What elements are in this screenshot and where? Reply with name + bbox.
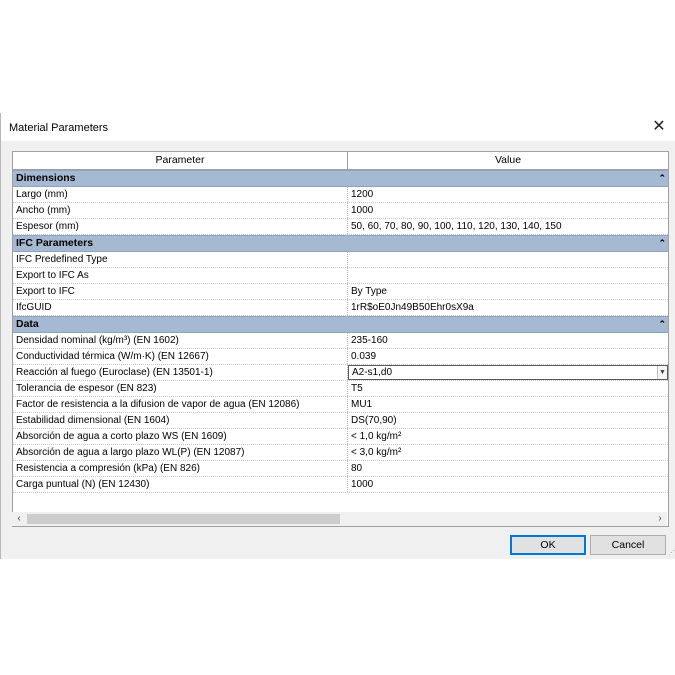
table-row[interactable]: Absorción de agua a corto plazo WS (EN 1… — [13, 429, 668, 445]
scrollbar-thumb[interactable] — [27, 514, 340, 524]
parameter-value-text: < 1,0 kg/m² — [351, 431, 402, 442]
parameter-value-text: 80 — [351, 463, 363, 474]
parameter-name: Absorción de agua a corto plazo WS (EN 1… — [13, 429, 348, 444]
column-header-value[interactable]: Value — [348, 152, 668, 169]
parameter-value-text: 235-160 — [351, 335, 388, 346]
parameter-name: Estabilidad dimensional (EN 1604) — [13, 413, 348, 428]
parameter-name: Factor de resistencia a la difusion de v… — [13, 397, 348, 412]
parameter-value-text: DS(70,90) — [351, 415, 397, 426]
group-name: Data — [16, 318, 39, 330]
table-row[interactable]: IfcGUID 1rR$oE0Jn49B50Ehr0sX9a — [13, 300, 668, 316]
parameter-value[interactable] — [348, 268, 668, 283]
parameter-name: Absorción de agua a largo plazo WL(P) (E… — [13, 445, 348, 460]
material-parameters-dialog: Material Parameters ✕ Parameter Value Di… — [0, 113, 675, 559]
parameter-value[interactable]: 1200 — [348, 187, 668, 202]
parameter-value-text: A2-s1,d0 — [352, 367, 393, 378]
chevron-left-icon[interactable]: ‹ — [12, 512, 26, 526]
parameter-value-text: 1rR$oE0Jn49B50Ehr0sX9a — [351, 302, 474, 313]
table-row[interactable]: Estabilidad dimensional (EN 1604) DS(70,9… — [13, 413, 668, 429]
parameter-value-text: By Type — [351, 286, 387, 297]
dialog-title: Material Parameters — [9, 122, 109, 134]
parameter-value-text: T5 — [351, 383, 363, 394]
collapse-icon[interactable]: ⌃ — [658, 317, 666, 332]
parameter-value[interactable]: < 3,0 kg/m² — [348, 445, 668, 460]
ok-button[interactable]: OK — [510, 535, 586, 555]
parameter-name: Export to IFC — [13, 284, 348, 299]
parameter-name: Espesor (mm) — [13, 219, 348, 234]
parameter-value-text: 1200 — [351, 189, 374, 200]
title-bar: Material Parameters ✕ — [1, 113, 675, 141]
table-row[interactable]: Conductividad térmica (W/m·K) (EN 12667)… — [13, 349, 668, 365]
table-row[interactable]: IFC Predefined Type — [13, 252, 668, 268]
chevron-right-icon[interactable]: › — [653, 512, 667, 526]
parameter-value-text: 50, 60, 70, 80, 90, 100, 110, 120, 130, … — [351, 221, 562, 232]
parameter-value-text: MU1 — [351, 399, 373, 410]
table-row[interactable]: Densidad nominal (kg/m³) (EN 1602) 235-16… — [13, 333, 668, 349]
parameter-value-text: < 3,0 kg/m² — [351, 447, 402, 458]
parameter-value[interactable]: T5 — [348, 381, 668, 396]
parameter-name: Tolerancia de espesor (EN 823) — [13, 381, 348, 396]
parameter-name: IFC Predefined Type — [13, 252, 348, 267]
column-header-parameter[interactable]: Parameter — [13, 152, 348, 169]
parameter-value[interactable]: 1000 — [348, 477, 668, 492]
parameter-name: Densidad nominal (kg/m³) (EN 1602) — [13, 333, 348, 348]
parameter-value[interactable]: 1rR$oE0Jn49B50Ehr0sX9a — [348, 300, 668, 315]
parameter-name: Reacción al fuego (Euroclase) (EN 13501-… — [13, 365, 348, 380]
parameter-value[interactable] — [348, 252, 668, 267]
group-header[interactable]: IFC Parameters ⌃ — [13, 235, 668, 252]
table-row[interactable]: Export to IFC As — [13, 268, 668, 284]
parameter-value[interactable]: DS(70,90) — [348, 413, 668, 428]
parameter-value[interactable]: 0.039 — [348, 349, 668, 364]
parameter-value[interactable]: By Type — [348, 284, 668, 299]
group-header[interactable]: Dimensions ⌃ — [13, 170, 668, 187]
table-row[interactable]: Resistencia a compresión (kPa) (EN 826) 8… — [13, 461, 668, 477]
parameter-name: Conductividad térmica (W/m·K) (EN 12667) — [13, 349, 348, 364]
table-row[interactable]: Largo (mm) 1200 — [13, 187, 668, 203]
group-name: Dimensions — [16, 172, 76, 184]
table-row[interactable]: Absorción de agua a largo plazo WL(P) (E… — [13, 445, 668, 461]
table-row[interactable]: Tolerancia de espesor (EN 823) T5 — [13, 381, 668, 397]
table-row[interactable]: Carga puntual (N) (EN 12430) 1000 — [13, 477, 668, 493]
horizontal-scrollbar[interactable]: ‹ › — [12, 512, 667, 526]
value-dropdown[interactable]: A2-s1,d0 ▼ — [348, 365, 668, 380]
parameter-value[interactable]: 235-160 — [348, 333, 668, 348]
table-row[interactable]: Factor de resistencia a la difusion de v… — [13, 397, 668, 413]
resize-grip-icon[interactable]: ⋰ — [668, 549, 675, 557]
parameter-value-text: 1000 — [351, 479, 374, 490]
parameter-value[interactable]: MU1 — [348, 397, 668, 412]
table-row[interactable]: Export to IFC By Type — [13, 284, 668, 300]
chevron-down-icon[interactable]: ▼ — [657, 366, 667, 379]
parameter-grid: Parameter Value Dimensions ⌃ Largo (mm) 120… — [12, 151, 669, 527]
parameter-name: Largo (mm) — [13, 187, 348, 202]
parameter-value[interactable]: 50, 60, 70, 80, 90, 100, 110, 120, 130, … — [348, 219, 668, 234]
table-row[interactable]: Espesor (mm) 50, 60, 70, 80, 90, 100, 110… — [13, 219, 668, 235]
parameter-value-text: 0.039 — [351, 351, 377, 362]
parameter-value[interactable]: 80 — [348, 461, 668, 476]
group-header[interactable]: Data ⌃ — [13, 316, 668, 333]
grid-body: Dimensions ⌃ Largo (mm) 1200 Ancho (mm) 1000 E… — [13, 170, 668, 493]
collapse-icon[interactable]: ⌃ — [658, 236, 666, 251]
table-row[interactable]: Ancho (mm) 1000 — [13, 203, 668, 219]
parameter-name: IfcGUID — [13, 300, 348, 315]
group-name: IFC Parameters — [16, 237, 94, 249]
cancel-button[interactable]: Cancel — [590, 535, 666, 555]
parameter-name: Carga puntual (N) (EN 12430) — [13, 477, 348, 492]
parameter-value[interactable]: 1000 — [348, 203, 668, 218]
parameter-name: Resistencia a compresión (kPa) (EN 826) — [13, 461, 348, 476]
table-row[interactable]: Reacción al fuego (Euroclase) (EN 13501-… — [13, 365, 668, 381]
close-icon[interactable]: ✕ — [650, 118, 668, 136]
parameter-value-text: 1000 — [351, 205, 374, 216]
collapse-icon[interactable]: ⌃ — [658, 171, 666, 186]
parameter-name: Ancho (mm) — [13, 203, 348, 218]
parameter-name: Export to IFC As — [13, 268, 348, 283]
parameter-value[interactable]: < 1,0 kg/m² — [348, 429, 668, 444]
grid-header: Parameter Value — [13, 152, 668, 170]
